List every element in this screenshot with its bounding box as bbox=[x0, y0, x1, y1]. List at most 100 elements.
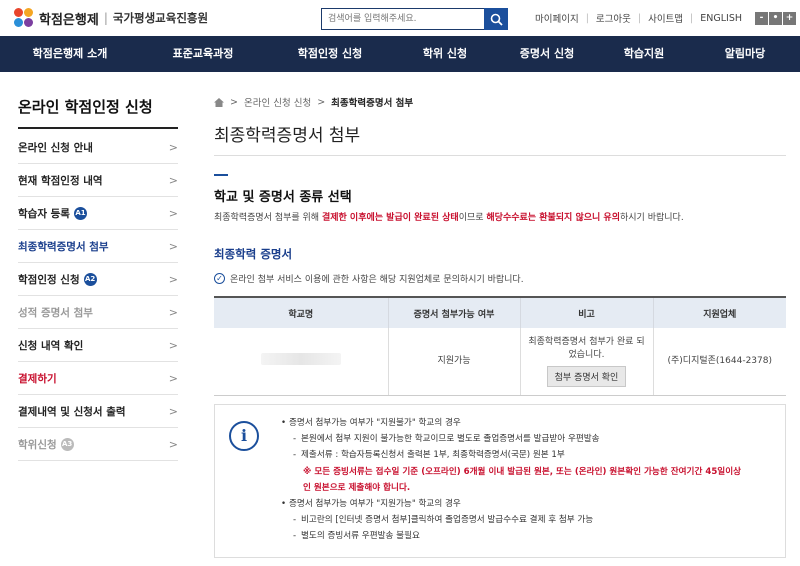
sidebar-item-current-credits[interactable]: 현재 학점인정 내역 > bbox=[18, 164, 178, 197]
info-line: 본원에서 첨부 지원이 불가능한 학교이므로 별도로 졸업증명서를 발급받아 우… bbox=[281, 431, 776, 447]
view-attached-certificate-button[interactable]: 첨부 증명서 확인 bbox=[546, 365, 627, 387]
info-warning: ※ 모든 증빙서류는 접수일 기준 (오프라인) 6개월 이내 발급된 원본, … bbox=[303, 466, 742, 477]
sidebar-item-grade-certificate[interactable]: 성적 증명서 첨부 > bbox=[18, 296, 178, 329]
home-icon[interactable] bbox=[214, 97, 224, 107]
section-accent bbox=[214, 174, 228, 176]
nav-item-degree-apply[interactable]: 학위 신청 bbox=[394, 36, 496, 72]
remark-text: 었습니다. bbox=[568, 350, 605, 361]
sidebar-item-label: 최종학력증명서 첨부 bbox=[18, 240, 109, 253]
link-sitemap[interactable]: 사이트맵 bbox=[641, 11, 690, 25]
sidebar-item-payment-history[interactable]: 결제내역 및 신청서 출력 > bbox=[18, 395, 178, 428]
desc-text: 이므로 bbox=[458, 213, 487, 223]
page-title: 최종학력증명서 첨부 bbox=[214, 126, 361, 146]
sidebar-title: 온라인 학점인정 신청 bbox=[18, 98, 153, 116]
remark-text: 최종학력증명서 첨부가 완료 되 bbox=[528, 336, 645, 347]
sidebar-item-final-certificate[interactable]: 최종학력증명서 첨부 > bbox=[18, 230, 178, 263]
info-body: 증명서 첨부가능 여부가 "지원불가" 학교의 경우 본원에서 첨부 지원이 불… bbox=[281, 415, 776, 545]
title-divider bbox=[214, 155, 786, 156]
check-circle-icon: ✓ bbox=[214, 273, 225, 284]
sidebar-item-online-guide[interactable]: 온라인 신청 안내 > bbox=[18, 131, 178, 164]
desc-warning: 결제한 이후에는 발급이 완료된 상태 bbox=[321, 213, 459, 223]
zoom-out-button[interactable]: - bbox=[755, 11, 768, 25]
column-header: 비고 bbox=[519, 296, 653, 328]
blurred-school-name bbox=[260, 352, 341, 365]
chevron-right-icon: > bbox=[168, 371, 178, 385]
sidebar-item-label: 결제하기 bbox=[18, 372, 57, 385]
breadcrumb-current: 최종학력증명서 첨부 bbox=[331, 98, 414, 109]
notice-line: ✓ 온라인 첨부 서비스 이용에 관한 사항은 해당 지원업체로 문의하시기 바… bbox=[214, 272, 524, 285]
link-english[interactable]: ENGLISH bbox=[693, 13, 749, 24]
step-badge: A1 bbox=[73, 206, 87, 220]
search-icon bbox=[490, 13, 503, 26]
chevron-right-icon: > bbox=[317, 96, 326, 108]
vendor-cell: (주)디지털존(1644-2378) bbox=[652, 328, 786, 396]
chevron-right-icon: > bbox=[168, 404, 178, 418]
org-name: 국가평생교육진흥원 bbox=[112, 11, 209, 25]
sidebar-item-label: 학점인정 신청 bbox=[18, 273, 80, 286]
logo-separator: | bbox=[103, 11, 108, 25]
remark-cell: 최종학력증명서 첨부가 완료 되 었습니다. 첨부 증명서 확인 bbox=[519, 328, 653, 396]
chevron-right-icon: > bbox=[168, 305, 178, 319]
info-line: 증명서 첨부가능 여부가 "지원불가" 학교의 경우 bbox=[281, 415, 776, 431]
site-logo[interactable]: 학점은행제 | 국가평생교육진흥원 bbox=[14, 8, 208, 28]
sidebar-item-learner-register[interactable]: 학습자 등록 A1 > bbox=[18, 197, 178, 230]
column-header: 학교명 bbox=[214, 296, 388, 328]
search-input[interactable] bbox=[321, 8, 484, 30]
sidebar-item-application-check[interactable]: 신청 내역 확인 > bbox=[18, 329, 178, 362]
nav-item-notice[interactable]: 알림마당 bbox=[690, 36, 800, 72]
global-nav: 학점은행제 소개 표준교육과정 학점인정 신청 학위 신청 증명서 신청 학습지… bbox=[0, 36, 800, 72]
chevron-right-icon: > bbox=[168, 272, 178, 286]
top-header: 학점은행제 | 국가평생교육진흥원 마이페이지 | 로그아웃 | 사이트맵 | … bbox=[0, 0, 800, 36]
link-logout[interactable]: 로그아웃 bbox=[589, 11, 638, 25]
desc-text: 하시기 바랍니다. bbox=[620, 213, 684, 223]
chevron-right-icon: > bbox=[230, 96, 238, 108]
nav-item-curriculum[interactable]: 표준교육과정 bbox=[140, 36, 266, 72]
sidebar-menu: 온라인 신청 안내 > 현재 학점인정 내역 > 학습자 등록 A1 > 최종학력… bbox=[18, 131, 178, 461]
link-mypage[interactable]: 마이페이지 bbox=[528, 11, 586, 25]
info-icon: i bbox=[229, 421, 259, 451]
chevron-right-icon: > bbox=[168, 239, 178, 253]
zoom-in-button[interactable]: + bbox=[783, 11, 796, 25]
info-warning: 인 원본으로 제출해야 합니다. bbox=[303, 482, 411, 493]
zoom-controls: - • + bbox=[755, 11, 796, 25]
desc-text: 최종학력증명서 첨부를 위해 bbox=[214, 213, 322, 223]
section-description: 최종학력증명서 첨부를 위해 결제한 이후에는 발급이 완료된 상태이므로 해당… bbox=[214, 210, 684, 223]
chevron-right-icon: > bbox=[168, 338, 178, 352]
top-links: 마이페이지 | 로그아웃 | 사이트맵 | ENGLISH - • + bbox=[528, 11, 796, 25]
zoom-reset-button[interactable]: • bbox=[769, 11, 782, 25]
info-line: 별도의 증빙서류 우편발송 불필요 bbox=[281, 528, 776, 544]
step-badge: A2 bbox=[83, 272, 97, 286]
chevron-right-icon: > bbox=[168, 437, 178, 451]
nav-item-credit-apply[interactable]: 학점인정 신청 bbox=[266, 36, 394, 72]
breadcrumb-item[interactable]: 온라인 신청 신청 bbox=[244, 95, 311, 109]
sidebar-item-label: 현재 학점인정 내역 bbox=[18, 174, 103, 187]
chevron-right-icon: > bbox=[168, 206, 178, 220]
desc-warning: 해당수수료는 환불되지 않으니 유의 bbox=[486, 213, 620, 223]
sidebar-item-degree-apply[interactable]: 학위신청 A3 > bbox=[18, 428, 178, 461]
nav-item-intro[interactable]: 학점은행제 소개 bbox=[0, 36, 140, 72]
column-header: 증명서 첨부가능 여부 bbox=[387, 296, 520, 328]
sidebar-item-payment[interactable]: 결제하기 > bbox=[18, 362, 178, 395]
search-button[interactable] bbox=[484, 8, 508, 30]
chevron-right-icon: > bbox=[168, 140, 178, 154]
sidebar-divider bbox=[18, 127, 178, 129]
section-title: 학교 및 증명서 종류 선택 bbox=[214, 190, 352, 205]
school-name-cell bbox=[214, 328, 388, 396]
info-line: 증명서 첨부가능 여부가 "지원가능" 학교의 경우 bbox=[281, 496, 776, 512]
sidebar-item-credit-apply[interactable]: 학점인정 신청 A2 > bbox=[18, 263, 178, 296]
info-line: 비고란의 [인터넷 증명서 첨부]클릭하여 졸업증명서 발급수수료 결제 후 첨… bbox=[281, 512, 776, 528]
breadcrumb: > 온라인 신청 신청 > 최종학력증명서 첨부 bbox=[214, 95, 413, 109]
notice-text: 온라인 첨부 서비스 이용에 관한 사항은 해당 지원업체로 문의하시기 바랍니… bbox=[230, 275, 524, 285]
subsection-title: 최종학력 증명서 bbox=[214, 247, 293, 261]
table-header-row: 학교명 증명서 첨부가능 여부 비고 지원업체 bbox=[214, 296, 786, 328]
chevron-right-icon: > bbox=[168, 173, 178, 187]
column-header: 지원업체 bbox=[652, 296, 786, 328]
sidebar-item-label: 온라인 신청 안내 bbox=[18, 141, 93, 154]
logo-text: 학점은행제 bbox=[39, 12, 99, 28]
certificate-table: 학교명 증명서 첨부가능 여부 비고 지원업체 지원가능 최종학력증명서 첨부가… bbox=[214, 296, 786, 396]
nav-item-certificate[interactable]: 증명서 신청 bbox=[496, 36, 598, 72]
logo-icon bbox=[14, 8, 34, 28]
nav-item-learning-support[interactable]: 학습지원 bbox=[598, 36, 690, 72]
sidebar-item-label: 성적 증명서 첨부 bbox=[18, 306, 93, 319]
sidebar-item-label: 학위신청 bbox=[18, 438, 57, 451]
